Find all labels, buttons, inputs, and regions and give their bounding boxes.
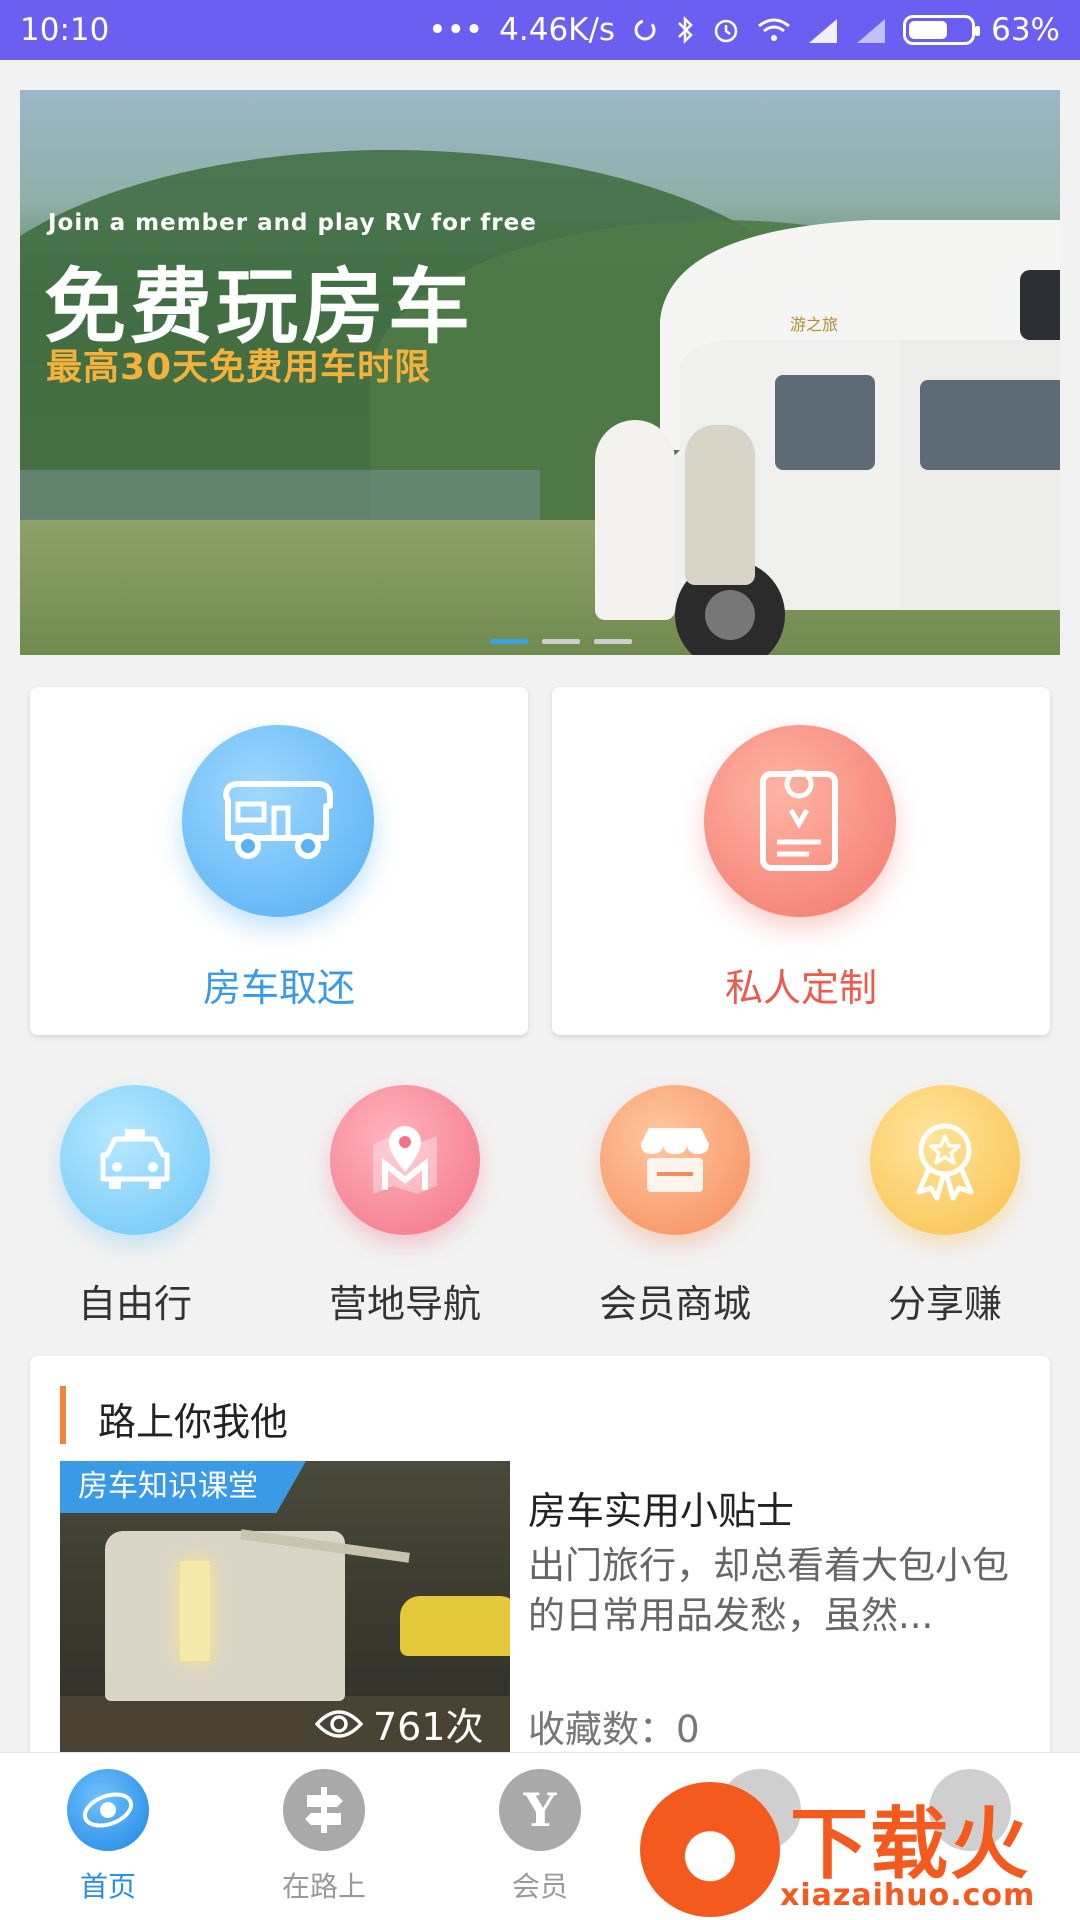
signal-icon xyxy=(855,17,887,43)
wifi-icon xyxy=(757,16,791,44)
banner-english-line: Join a member and play RV for free xyxy=(48,210,537,236)
thumb-rv-door xyxy=(180,1561,210,1661)
alarm-icon xyxy=(711,15,741,45)
rv-icon xyxy=(182,725,374,917)
signpost-icon xyxy=(283,1769,365,1851)
flame-logo-icon xyxy=(640,1782,780,1917)
network-speed: 4.46K/s xyxy=(499,12,616,48)
more-dots-icon: ••• xyxy=(428,12,484,48)
battery-percent: 63% xyxy=(991,12,1060,48)
private-custom-card[interactable]: 私人定制 xyxy=(552,687,1050,1035)
article-favorites: 收藏数：0 xyxy=(528,1708,700,1751)
article-description: 出门旅行，却总看着大包小包的日常用品发愁，虽然... xyxy=(528,1544,1009,1637)
rv-pickup-label: 房车取还 xyxy=(202,966,355,1010)
tab-label: 会员 xyxy=(511,1870,568,1903)
section-accent-bar xyxy=(60,1386,66,1444)
view-count: 761次 xyxy=(373,1705,484,1749)
tab-label: 首页 xyxy=(79,1870,136,1903)
thumb-rv xyxy=(105,1531,345,1701)
private-custom-label: 私人定制 xyxy=(724,966,877,1010)
promo-banner[interactable]: 游之旅 Join a member and play RV for free 免… xyxy=(20,90,1060,655)
map-pin-icon xyxy=(330,1085,480,1235)
site-watermark: 下载火 xiazaihuo.com xyxy=(640,1772,1080,1920)
status-bar: 10:10 ••• 4.46K/s 63% xyxy=(0,0,1080,60)
award-icon xyxy=(870,1085,1020,1235)
thumb-car xyxy=(400,1596,510,1656)
quick-action-label: 分享赚 xyxy=(887,1282,1002,1326)
watermark-url: xiazaihuo.com xyxy=(780,1878,1036,1913)
carousel-dot[interactable] xyxy=(594,639,632,644)
battery-icon xyxy=(903,15,981,45)
tab-on-the-road[interactable]: 在路上 xyxy=(244,1769,404,1905)
carousel-dot[interactable] xyxy=(490,639,528,644)
article-title[interactable]: 房车实用小贴士 xyxy=(528,1480,794,1535)
tab-home[interactable]: 首页 xyxy=(28,1769,188,1905)
banner-subline: 最高30天免费用车时限 xyxy=(46,347,432,388)
tab-member[interactable]: Y 会员 xyxy=(460,1769,620,1905)
quick-action-label: 会员商城 xyxy=(598,1282,751,1326)
status-icons: ••• 4.46K/s 63% xyxy=(428,12,1060,48)
banner-person xyxy=(595,420,675,620)
carousel-dot[interactable] xyxy=(542,639,580,644)
bluetooth-icon xyxy=(675,15,695,45)
quick-action-camp-nav[interactable]: 营地导航 xyxy=(295,1085,515,1326)
article-category-tag: 房车知识课堂 xyxy=(60,1461,306,1513)
quick-action-member-store[interactable]: 会员商城 xyxy=(565,1085,785,1326)
sync-icon xyxy=(631,16,659,44)
car-icon xyxy=(60,1085,210,1235)
quick-action-share-earn[interactable]: 分享赚 xyxy=(835,1085,1055,1326)
quick-action-free-travel[interactable]: 自由行 xyxy=(25,1085,245,1326)
member-y-icon: Y xyxy=(499,1769,581,1851)
battery-fill xyxy=(909,21,947,39)
tab-label: 在路上 xyxy=(281,1870,366,1903)
article-views: 761次 xyxy=(315,1696,484,1751)
status-time: 10:10 xyxy=(20,12,110,48)
banner-person xyxy=(685,425,755,585)
rv-pickup-card[interactable]: 房车取还 xyxy=(30,687,528,1035)
svg-text:游之旅: 游之旅 xyxy=(790,315,838,334)
store-icon xyxy=(600,1085,750,1235)
carousel-indicator xyxy=(490,639,632,644)
signal-icon xyxy=(807,17,839,43)
section-title: 路上你我他 xyxy=(98,1400,289,1444)
map-book-icon xyxy=(704,725,896,917)
home-logo-icon xyxy=(67,1769,149,1851)
quick-action-label: 自由行 xyxy=(77,1282,192,1326)
eye-icon xyxy=(315,1708,363,1740)
on-the-road-section: 路上你我他 房车知识课堂 761次 房车实用小贴士 出门旅行，却总看着大包小包的… xyxy=(30,1356,1050,1756)
quick-action-label: 营地导航 xyxy=(328,1282,481,1326)
